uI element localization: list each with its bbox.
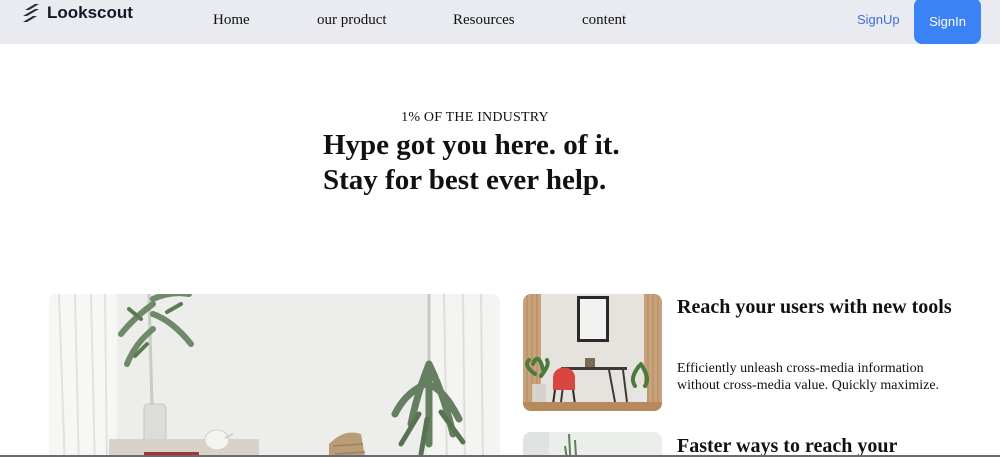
brand-logo[interactable]: Lookscout: [22, 2, 133, 24]
plant-room-illustration: [523, 432, 662, 457]
nav-content-link[interactable]: content: [582, 12, 626, 29]
stacked-bars-logo-icon: [23, 4, 39, 22]
nav-home-link[interactable]: Home: [213, 12, 250, 29]
hero-eyebrow: 1% OF THE INDUSTRY: [401, 110, 549, 125]
hero-title-line-1: Hype got you here. of it.: [323, 129, 620, 161]
hero-title-line-2: Stay for best ever help.: [323, 164, 607, 196]
top-navigation: Lookscout Home our product Resources con…: [0, 0, 1000, 44]
nav-resources-link[interactable]: Resources: [453, 12, 515, 29]
feature-title-reach-users: Reach your users with new tools: [677, 296, 952, 318]
signup-link[interactable]: SignUp: [857, 12, 900, 27]
feature-thumbnail-desk: [523, 294, 662, 411]
feature-thumbnail-plant: [523, 432, 662, 457]
nav-our-product-link[interactable]: our product: [317, 12, 387, 29]
hero-title: Hype got you here. of it. Stay for best …: [323, 128, 743, 198]
brand-name: Lookscout: [47, 3, 133, 22]
featured-interior-image: [49, 294, 500, 457]
signin-button[interactable]: SignIn: [914, 0, 981, 44]
feature-description: Efficiently unleash cross-media informat…: [677, 361, 940, 393]
feature-title-faster-ways: Faster ways to reach your: [677, 435, 898, 457]
interior-photo-illustration: [49, 294, 500, 457]
desk-room-illustration: [523, 294, 662, 411]
